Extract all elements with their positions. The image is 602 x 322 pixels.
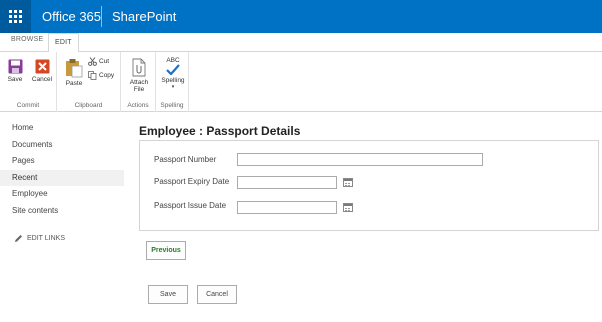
save-icon: [8, 59, 22, 74]
ribbon-tab-bar: BROWSE EDIT: [0, 33, 602, 53]
passport-issue-date-label: Passport Issue Date: [154, 201, 227, 210]
nav-item-employee[interactable]: Employee: [0, 186, 124, 203]
page-title: Employee : Passport Details: [139, 124, 301, 138]
app-launcher-icon: [9, 10, 22, 23]
ribbon-group-spelling-label: Spelling: [160, 102, 184, 109]
cut-icon: [88, 57, 97, 66]
ribbon-save-button[interactable]: Save: [5, 59, 25, 83]
pencil-icon: [15, 235, 22, 242]
ribbon-cut-button[interactable]: Cut: [88, 57, 118, 66]
ribbon-cut-label: Cut: [99, 58, 110, 65]
ribbon-paste-label: Paste: [65, 80, 83, 87]
spelling-dropdown-icon: ▾: [171, 84, 175, 90]
nav-item-recent[interactable]: Recent: [0, 169, 124, 186]
ribbon-cancel-button[interactable]: Cancel: [30, 59, 54, 83]
office365-brand[interactable]: Office 365: [42, 9, 101, 24]
nav-item-site-contents[interactable]: Site contents: [0, 203, 124, 220]
suite-bar: Office 365 SharePoint: [0, 0, 602, 33]
ribbon-cancel-label: Cancel: [31, 76, 53, 83]
ribbon-copy-button[interactable]: Copy: [88, 71, 118, 80]
ribbon-save-label: Save: [7, 76, 23, 83]
cancel-button[interactable]: Cancel: [197, 285, 237, 304]
passport-number-input[interactable]: [237, 153, 483, 166]
nav-item-pages[interactable]: Pages: [0, 153, 124, 170]
passport-form-panel: Passport Number Passport Expiry Date Pas…: [139, 140, 599, 231]
passport-expiry-date-input[interactable]: [237, 176, 337, 189]
tab-edit[interactable]: EDIT: [48, 33, 79, 53]
edit-links-link[interactable]: EDIT LINKS: [14, 234, 65, 243]
ribbon-paste-button[interactable]: Paste: [63, 58, 85, 87]
ribbon-copy-label: Copy: [99, 72, 115, 79]
suite-divider: [101, 6, 102, 27]
ribbon-attach-file-button[interactable]: Attach File: [126, 58, 152, 93]
ribbon-group-clipboard-label: Clipboard: [74, 102, 103, 109]
edit-links-label: EDIT LINKS: [27, 235, 65, 242]
passport-expiry-date-label: Passport Expiry Date: [154, 177, 230, 186]
calendar-icon[interactable]: [343, 203, 353, 212]
ribbon-attach-label-2: File: [133, 86, 145, 93]
copy-icon: [88, 71, 97, 80]
cancel-icon: [35, 59, 49, 74]
previous-button[interactable]: Previous: [146, 241, 186, 260]
nav-item-home[interactable]: Home: [0, 120, 124, 137]
calendar-icon[interactable]: [343, 178, 353, 187]
tab-browse[interactable]: BROWSE: [11, 36, 43, 43]
ribbon-group-actions: Attach File Actions: [121, 52, 156, 112]
left-navigation: Home Documents Pages Recent Employee Sit…: [0, 120, 124, 219]
ribbon-group-commit-label: Commit: [16, 102, 40, 109]
app-launcher-button[interactable]: [0, 0, 31, 33]
paste-icon: [66, 59, 83, 78]
attach-file-icon: [132, 58, 146, 77]
nav-item-documents[interactable]: Documents: [0, 137, 124, 154]
spelling-abc-text: ABC: [166, 57, 180, 64]
ribbon-attach-label-1: Attach: [129, 79, 149, 86]
ribbon-group-spelling: ABC Spelling ▾ Spelling: [156, 52, 189, 112]
ribbon-group-commit: Save Cancel Commit: [0, 52, 57, 112]
ribbon: Save Cancel Commit Paste Cut Copy Clipbo…: [0, 52, 602, 112]
ribbon-group-actions-label: Actions: [127, 102, 149, 109]
sharepoint-app-title[interactable]: SharePoint: [112, 9, 176, 24]
ribbon-group-clipboard: Paste Cut Copy Clipboard: [57, 52, 121, 112]
ribbon-spelling-label: Spelling: [161, 77, 185, 84]
ribbon-spelling-button[interactable]: ABC Spelling ▾: [159, 57, 187, 91]
save-button[interactable]: Save: [148, 285, 188, 304]
passport-number-label: Passport Number: [154, 155, 217, 164]
passport-issue-date-input[interactable]: [237, 201, 337, 214]
spelling-check-icon: [166, 64, 180, 75]
